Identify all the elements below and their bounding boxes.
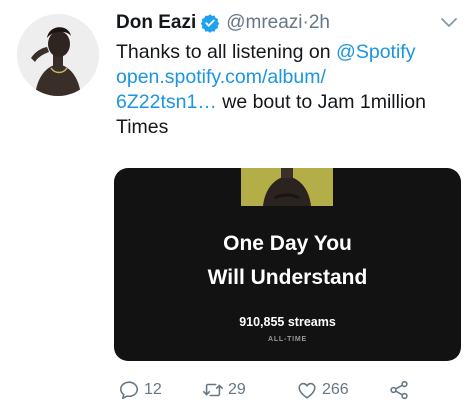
- album-art-image: [241, 168, 333, 206]
- url-link-line1[interactable]: open.spotify.com/album/: [116, 66, 326, 88]
- reply-icon: [119, 381, 139, 400]
- stream-count: 910,855 streams: [239, 315, 336, 329]
- like-icon: [298, 382, 316, 399]
- timestamp[interactable]: 2h: [309, 12, 330, 34]
- stream-period: ALL-TIME: [267, 336, 308, 343]
- reply-count: 12: [144, 381, 162, 398]
- tweet-text-part: Thanks to all listening on: [116, 41, 337, 63]
- like-count: 266: [322, 381, 349, 398]
- retweet-icon: [203, 383, 223, 397]
- like-button[interactable]: 266: [296, 378, 349, 402]
- avatar[interactable]: [17, 14, 99, 96]
- avatar-image: [17, 14, 99, 96]
- chevron-down-icon[interactable]: [440, 16, 458, 28]
- tweet-header: Don Eazi @mreazi · 2h: [116, 8, 330, 38]
- album-title-line2: Will Understand: [207, 266, 368, 289]
- tweet-actions: 12 29 266: [118, 378, 438, 402]
- album-title-line1: One Day You: [223, 232, 352, 255]
- share-button[interactable]: [388, 378, 410, 402]
- share-icon: [390, 380, 408, 400]
- author-name[interactable]: Don Eazi: [116, 12, 196, 34]
- tweet-text: Thanks to all listening on @Spotify open…: [116, 40, 461, 140]
- verified-badge-icon: [200, 13, 220, 33]
- media-card[interactable]: One Day You Will Understand 910,855 stre…: [114, 168, 461, 361]
- mention-link[interactable]: @Spotify: [336, 41, 415, 63]
- url-link-line2[interactable]: 6Z22tsn1…: [116, 91, 217, 113]
- reply-button[interactable]: 12: [118, 378, 162, 402]
- retweet-button[interactable]: 29: [202, 378, 246, 402]
- retweet-count: 29: [228, 381, 246, 398]
- tweet-text-part: Times: [116, 116, 169, 138]
- tweet-text-part: we bout to Jam 1million: [216, 91, 426, 113]
- author-handle[interactable]: @mreazi: [226, 12, 302, 34]
